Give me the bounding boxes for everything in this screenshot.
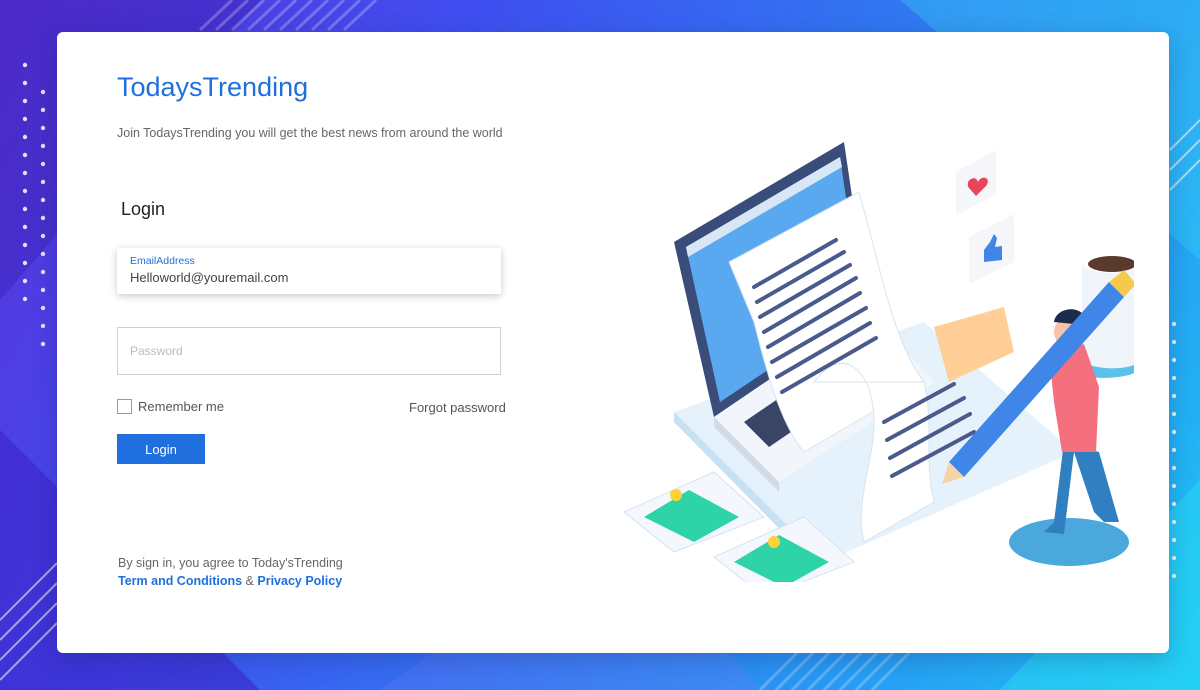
heart-icon <box>956 150 996 216</box>
login-button[interactable]: Login <box>117 434 205 464</box>
login-card: TodaysTrending Join TodaysTrending you w… <box>57 32 1169 653</box>
hero-illustration <box>623 142 1134 582</box>
password-input[interactable] <box>130 328 490 374</box>
remember-me[interactable]: Remember me <box>117 399 224 414</box>
login-heading: Login <box>121 199 166 219</box>
email-field-label: EmailAddress <box>130 255 195 267</box>
terms-link[interactable]: Term and Conditions <box>118 574 242 588</box>
brand-title: TodaysTrending <box>117 72 309 102</box>
remember-me-label[interactable]: Remember me <box>138 399 224 414</box>
brand-tagline: Join TodaysTrending you will get the bes… <box>117 126 503 140</box>
remember-me-checkbox[interactable] <box>117 399 132 414</box>
thumbs-up-icon <box>969 214 1014 284</box>
email-input[interactable] <box>130 270 485 285</box>
forgot-password-link[interactable]: Forgot password <box>409 400 506 415</box>
legal-prefix: By sign in, you agree to Today'sTrending <box>118 556 343 570</box>
email-field[interactable]: EmailAddress <box>117 248 501 294</box>
privacy-link[interactable]: Privacy Policy <box>257 574 342 588</box>
password-field[interactable] <box>117 327 501 375</box>
legal-notice: By sign in, you agree to Today'sTrending… <box>118 554 343 590</box>
legal-separator: & <box>242 574 258 588</box>
